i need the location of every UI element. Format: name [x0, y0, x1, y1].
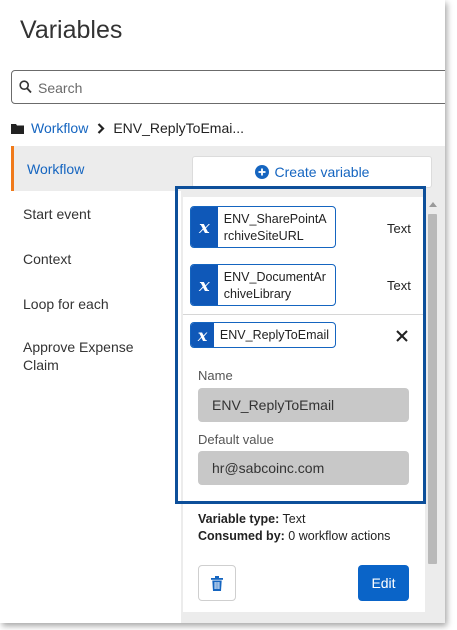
variable-type: Text — [387, 278, 411, 293]
trash-icon — [211, 575, 223, 591]
panel-title: Variables — [20, 16, 123, 44]
scroll-up-arrow-icon[interactable] — [429, 202, 437, 207]
breadcrumb-current: ENV_ReplyToEmai... — [113, 120, 245, 136]
name-label: Name — [198, 368, 233, 383]
variable-name: ENV_DocumentArchiveLibrary — [223, 270, 326, 301]
chevron-right-icon — [98, 122, 105, 134]
consumed-by-info: Consumed by: 0 workflow actions — [198, 529, 390, 543]
sidebar-item-approve-expense-claim[interactable]: Approve Expense Claim — [11, 338, 161, 374]
folder-icon — [11, 123, 24, 134]
search-box[interactable] — [11, 70, 445, 104]
default-value-field: hr@sabcoinc.com — [198, 451, 409, 485]
consumed-by-value: 0 workflow actions — [288, 529, 391, 543]
variable-name: ENV_SharePointArchiveSiteURL — [223, 212, 327, 243]
variable-icon: x — [191, 265, 218, 305]
variable-type-info: Variable type: Text — [198, 512, 305, 526]
default-value-label: Default value — [198, 432, 274, 447]
variable-type: Text — [387, 221, 411, 236]
sidebar-item-start-event[interactable]: Start event — [11, 205, 181, 223]
name-field: ENV_ReplyToEmail — [198, 388, 409, 422]
variable-type-value: Text — [282, 512, 306, 526]
variable-icon: x — [191, 207, 218, 247]
plus-circle-icon — [254, 165, 269, 179]
breadcrumb-workflow-link[interactable]: Workflow — [31, 120, 88, 136]
scrollbar-thumb[interactable] — [428, 214, 437, 564]
search-input[interactable] — [38, 77, 418, 99]
delete-variable-button[interactable] — [198, 565, 236, 601]
sidebar: Workflow Start event Context Loop for ea… — [11, 146, 181, 623]
search-icon — [19, 80, 32, 94]
sidebar-item-loop-for-each[interactable]: Loop for each — [11, 295, 181, 313]
create-variable-label: Create variable — [274, 164, 370, 180]
create-variable-button[interactable]: Create variable — [192, 156, 432, 188]
close-icon[interactable] — [395, 329, 409, 343]
variable-pill[interactable]: x ENV_SharePointArchiveSiteURL — [190, 206, 336, 248]
divider — [183, 314, 425, 315]
consumed-by-label: Consumed by: — [198, 529, 285, 543]
selected-variable-name: ENV_ReplyToEmail — [219, 328, 329, 342]
sidebar-item-context[interactable]: Context — [11, 250, 181, 268]
variable-type-label: Variable type: — [198, 512, 280, 526]
sidebar-item-workflow[interactable]: Workflow — [11, 146, 181, 191]
breadcrumb: Workflow ENV_ReplyToEmai... — [11, 119, 244, 137]
edit-variable-button[interactable]: Edit — [358, 565, 409, 601]
variable-pill[interactable]: x ENV_DocumentArchiveLibrary — [190, 264, 336, 306]
variable-icon: x — [191, 323, 214, 347]
selected-variable-pill[interactable]: x ENV_ReplyToEmail — [190, 322, 336, 348]
